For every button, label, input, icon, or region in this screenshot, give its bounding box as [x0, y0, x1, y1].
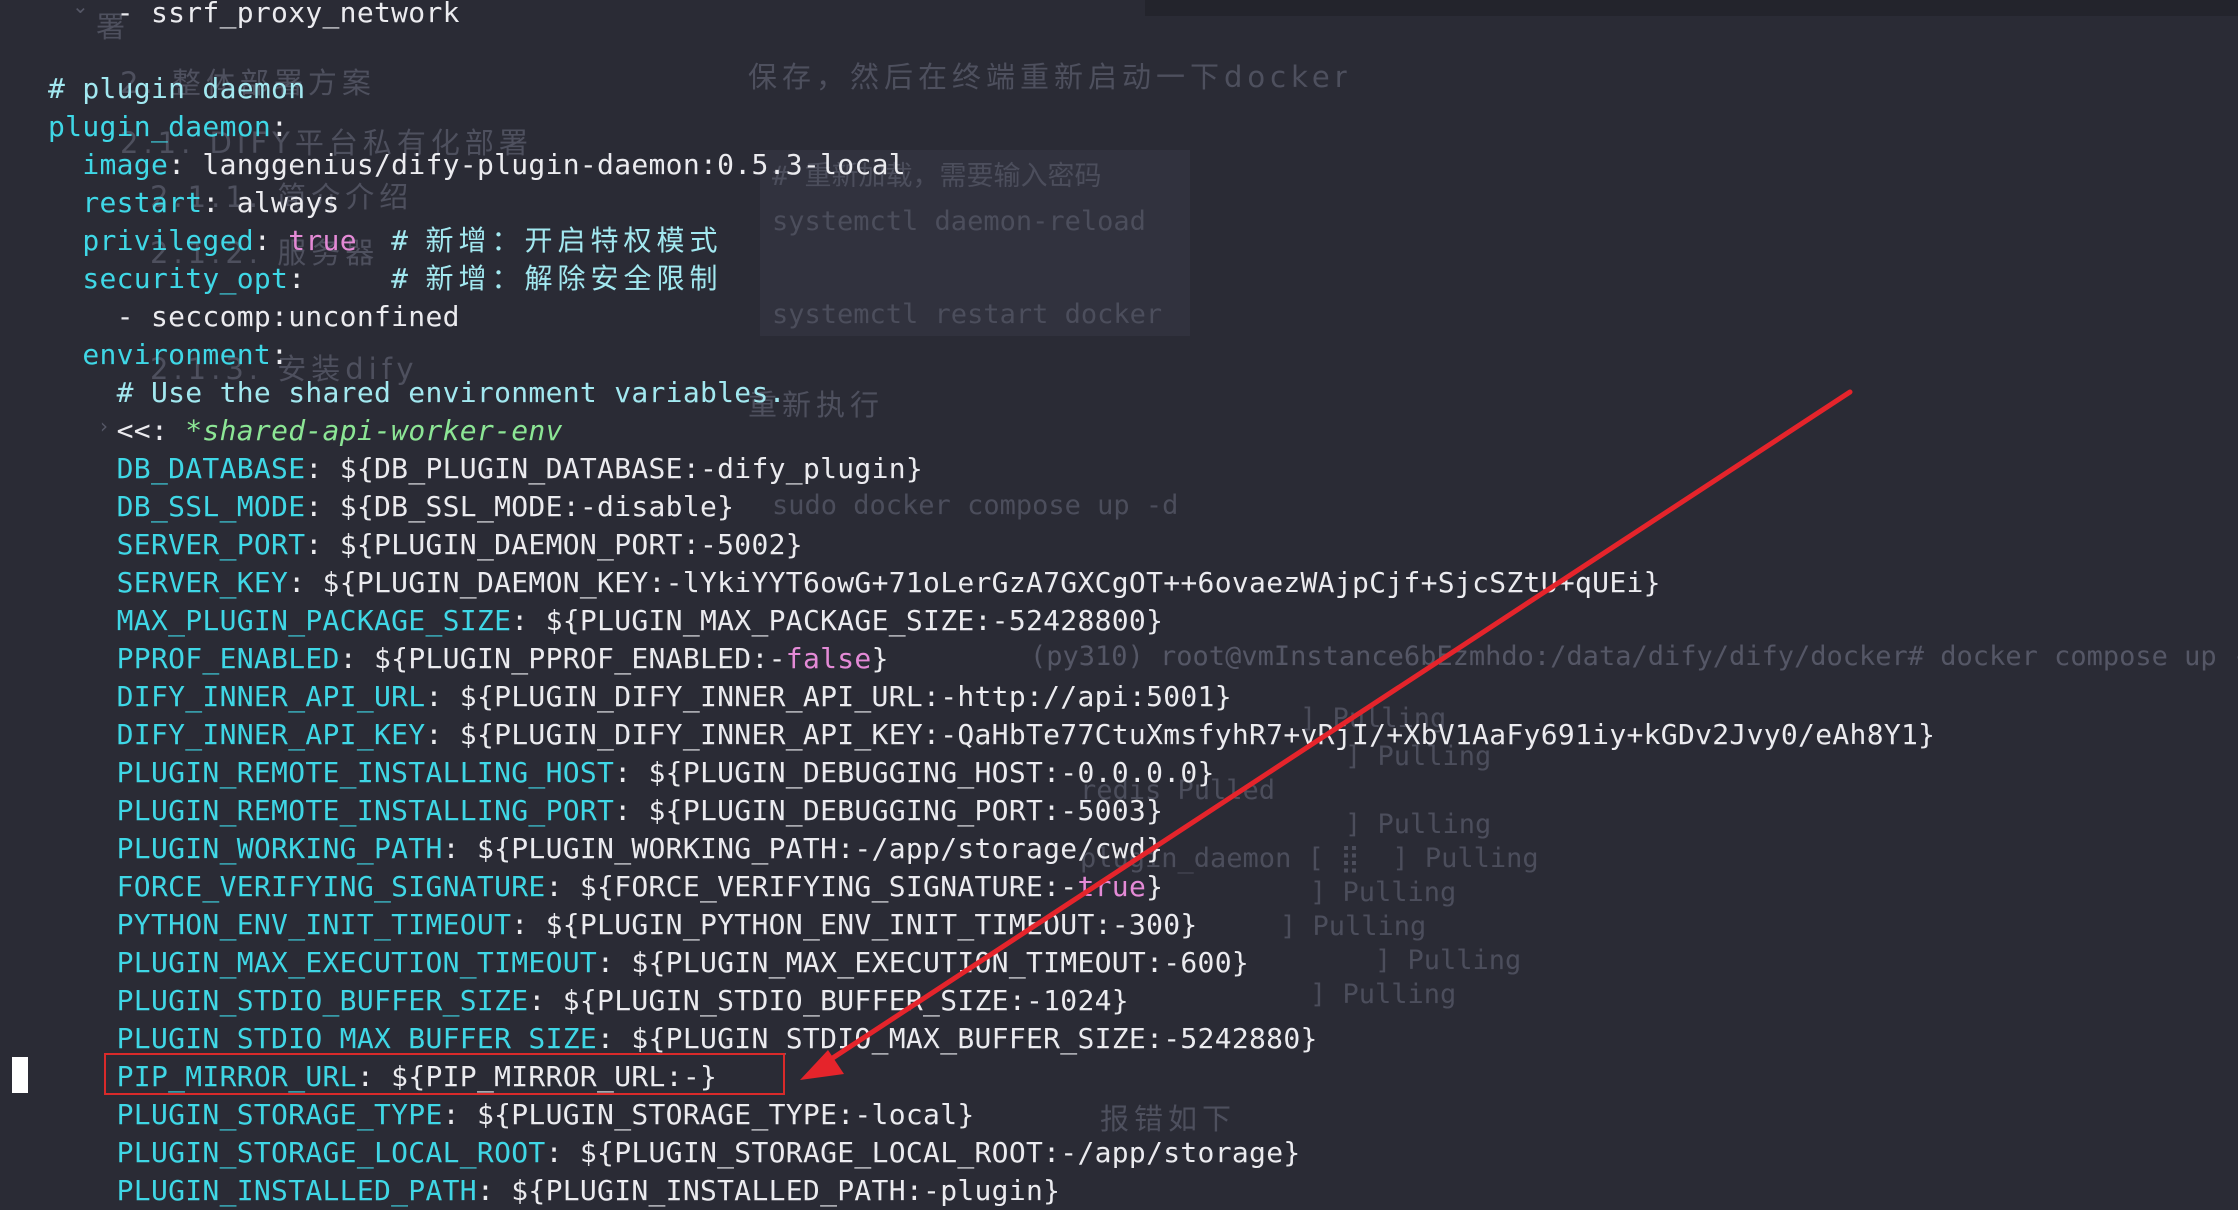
- code-line[interactable]: SERVER_PORT: ${PLUGIN_DAEMON_PORT:-5002}: [48, 526, 803, 564]
- code-token: #: [391, 262, 426, 295]
- code-token: # plugin daemon: [48, 72, 306, 105]
- code-token: privileged: [48, 224, 254, 257]
- code-line[interactable]: image: langgenius/dify-plugin-daemon:0.5…: [48, 146, 906, 184]
- code-token: : ${PLUGIN_PPROF_ENABLED:-: [339, 642, 786, 675]
- code-token: restart: [48, 186, 203, 219]
- code-line[interactable]: privileged: true # 新增：开启特权模式: [48, 222, 723, 260]
- code-line[interactable]: plugin_daemon:: [48, 108, 288, 146]
- code-line[interactable]: environment:: [48, 336, 288, 374]
- code-token: PLUGIN_REMOTE_INSTALLING_HOST: [48, 756, 615, 789]
- code-token: <<: [48, 414, 151, 447]
- code-line[interactable]: PLUGIN_STORAGE_TYPE: ${PLUGIN_STORAGE_TY…: [48, 1096, 975, 1134]
- code-line[interactable]: restart: always: [48, 184, 340, 222]
- code-token: MAX_PLUGIN_PACKAGE_SIZE: [48, 604, 512, 637]
- code-line[interactable]: # Use the shared environment variables.: [48, 374, 786, 412]
- code-token: true: [288, 224, 357, 257]
- code-line[interactable]: PLUGIN_REMOTE_INSTALLING_HOST: ${PLUGIN_…: [48, 754, 1215, 792]
- code-token: PLUGIN_STDIO_BUFFER_SIZE: [48, 984, 529, 1017]
- text-cursor: [12, 1057, 28, 1093]
- code-token: }: [1146, 870, 1164, 903]
- code-token: : ${PLUGIN_DIFY_INNER_API_URL:-http://ap…: [425, 680, 1232, 713]
- code-token: *shared-api-worker-env: [185, 414, 563, 447]
- code-token: :: [150, 414, 186, 447]
- code-token: DIFY_INNER_API_KEY: [48, 718, 426, 751]
- code-line[interactable]: security_opt: # 新增：解除安全限制: [48, 260, 723, 298]
- code-token: :: [253, 224, 289, 257]
- code-editor[interactable]: - ssrf_proxy_network # plugin daemon plugi…: [0, 0, 2238, 1207]
- code-token: PLUGIN_STORAGE_TYPE: [48, 1098, 443, 1131]
- code-line[interactable]: DB_DATABASE: ${DB_PLUGIN_DATABASE:-dify_…: [48, 450, 923, 488]
- code-token: PLUGIN_WORKING_PATH: [48, 832, 443, 865]
- code-token: DIFY_INNER_API_URL: [48, 680, 426, 713]
- code-token: DB_SSL_MODE: [48, 490, 306, 523]
- code-token: 新增：解除安全限制: [425, 262, 723, 295]
- code-token: : ${PLUGIN_PYTHON_ENV_INIT_TIMEOUT:-300}: [511, 908, 1198, 941]
- code-token: : ${PLUGIN_STDIO_MAX_BUFFER_SIZE:-524288…: [597, 1022, 1318, 1055]
- code-token: 新增：开启特权模式: [425, 224, 723, 257]
- code-token: : ${PLUGIN_MAX_EXECUTION_TIMEOUT:-600}: [597, 946, 1250, 979]
- code-token: PLUGIN_INSTALLED_PATH: [48, 1174, 477, 1207]
- code-line[interactable]: DB_SSL_MODE: ${DB_SSL_MODE:-disable}: [48, 488, 734, 526]
- code-token: SERVER_PORT: [48, 528, 306, 561]
- code-token: PPROF_ENABLED: [48, 642, 340, 675]
- code-line[interactable]: MAX_PLUGIN_PACKAGE_SIZE: ${PLUGIN_MAX_PA…: [48, 602, 1163, 640]
- code-line[interactable]: PLUGIN_MAX_EXECUTION_TIMEOUT: ${PLUGIN_M…: [48, 944, 1249, 982]
- code-token: true: [1077, 870, 1147, 903]
- code-line[interactable]: SERVER_KEY: ${PLUGIN_DAEMON_KEY:-lYkiYYT…: [48, 564, 1661, 602]
- code-token: false: [785, 642, 872, 675]
- code-line[interactable]: FORCE_VERIFYING_SIGNATURE: ${FORCE_VERIF…: [48, 868, 1163, 906]
- code-token: image: [48, 148, 169, 181]
- code-token: : ${PLUGIN_STDIO_BUFFER_SIZE:-1024}: [528, 984, 1129, 1017]
- code-token: : ${DB_SSL_MODE:-disable}: [305, 490, 735, 523]
- code-line[interactable]: PLUGIN_REMOTE_INSTALLING_PORT: ${PLUGIN_…: [48, 792, 1163, 830]
- code-token: - ssrf_proxy_network: [48, 0, 460, 29]
- code-token: : ${PLUGIN_WORKING_PATH:-/app/storage/cw…: [442, 832, 1164, 865]
- code-line[interactable]: PLUGIN_STDIO_BUFFER_SIZE: ${PLUGIN_STDIO…: [48, 982, 1129, 1020]
- code-line[interactable]: - ssrf_proxy_network: [48, 0, 460, 32]
- code-line[interactable]: PYTHON_ENV_INIT_TIMEOUT: ${PLUGIN_PYTHON…: [48, 906, 1198, 944]
- code-token: : ${PLUGIN_DAEMON_KEY:-lYkiYYT6owG+71oLe…: [288, 566, 1661, 599]
- code-token: : ${PLUGIN_INSTALLED_PATH:-plugin}: [476, 1174, 1061, 1207]
- code-line[interactable]: <<: *shared-api-worker-env: [48, 412, 563, 450]
- code-token: PLUGIN_STORAGE_LOCAL_ROOT: [48, 1136, 546, 1169]
- code-token: : ${PLUGIN_STORAGE_LOCAL_ROOT:-/app/stor…: [545, 1136, 1301, 1169]
- code-line[interactable]: - seccomp:unconfined: [48, 298, 460, 336]
- code-token: plugin_daemon: [48, 110, 272, 143]
- code-token: : always: [202, 186, 340, 219]
- code-token: : ${PLUGIN_DIFY_INNER_API_KEY:-QaHbTe77C…: [425, 718, 1936, 751]
- code-token: PLUGIN_STDIO_MAX_BUFFER_SIZE: [48, 1022, 598, 1055]
- code-token: environment: [48, 338, 272, 371]
- code-token: FORCE_VERIFYING_SIGNATURE: [48, 870, 546, 903]
- code-token: : ${PLUGIN_STORAGE_TYPE:-local}: [442, 1098, 975, 1131]
- code-line[interactable]: PLUGIN_INSTALLED_PATH: ${PLUGIN_INSTALLE…: [48, 1172, 1060, 1210]
- highlight-box: [104, 1053, 785, 1095]
- code-line[interactable]: DIFY_INNER_API_URL: ${PLUGIN_DIFY_INNER_…: [48, 678, 1232, 716]
- code-token: #: [356, 224, 426, 257]
- code-token: : langgenius/dify-plugin-daemon:0.5.3-lo…: [168, 148, 906, 181]
- code-token: :: [271, 110, 289, 143]
- code-line[interactable]: PLUGIN_WORKING_PATH: ${PLUGIN_WORKING_PA…: [48, 830, 1163, 868]
- code-token: : ${DB_PLUGIN_DATABASE:-dify_plugin}: [305, 452, 924, 485]
- code-token: : ${PLUGIN_DAEMON_PORT:-5002}: [305, 528, 803, 561]
- code-token: - seccomp:unconfined: [48, 300, 460, 333]
- code-line[interactable]: # plugin daemon: [48, 70, 305, 108]
- code-token: :: [271, 338, 289, 371]
- code-token: : ${PLUGIN_DEBUGGING_HOST:-0.0.0.0}: [614, 756, 1215, 789]
- code-token: PLUGIN_REMOTE_INSTALLING_PORT: [48, 794, 615, 827]
- code-line[interactable]: PLUGIN_STORAGE_LOCAL_ROOT: ${PLUGIN_STOR…: [48, 1134, 1301, 1172]
- code-token: :: [288, 262, 392, 295]
- code-token: }: [871, 642, 889, 675]
- code-token: security_opt: [48, 262, 289, 295]
- code-token: : ${PLUGIN_MAX_PACKAGE_SIZE:-52428800}: [511, 604, 1164, 637]
- code-token: PYTHON_ENV_INIT_TIMEOUT: [48, 908, 512, 941]
- code-token: # Use the shared environment variables.: [48, 376, 786, 409]
- code-token: SERVER_KEY: [48, 566, 289, 599]
- code-line[interactable]: DIFY_INNER_API_KEY: ${PLUGIN_DIFY_INNER_…: [48, 716, 1935, 754]
- code-token: : ${PLUGIN_DEBUGGING_PORT:-5003}: [614, 794, 1164, 827]
- code-token: PLUGIN_MAX_EXECUTION_TIMEOUT: [48, 946, 598, 979]
- code-token: DB_DATABASE: [48, 452, 306, 485]
- code-token: : ${FORCE_VERIFYING_SIGNATURE:-: [545, 870, 1078, 903]
- code-line[interactable]: PPROF_ENABLED: ${PLUGIN_PPROF_ENABLED:-f…: [48, 640, 889, 678]
